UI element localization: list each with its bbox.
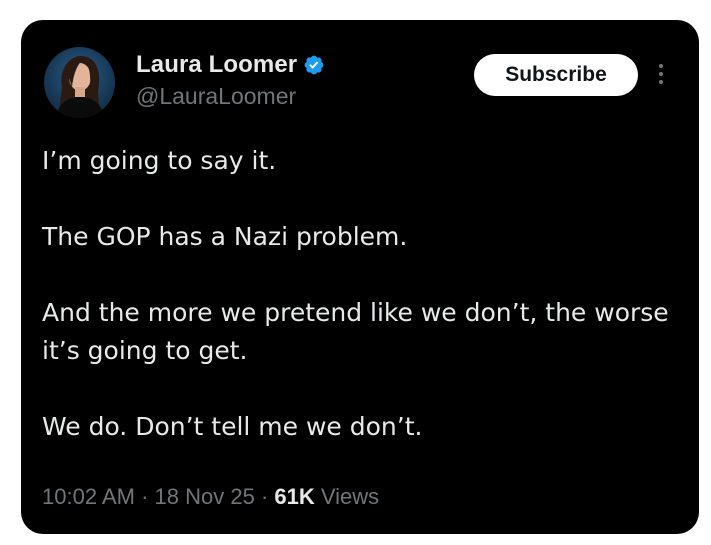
views-count: 61K [274, 484, 315, 509]
dot [659, 64, 663, 68]
views-label: Views [320, 484, 380, 509]
tweet-card: Laura Loomer @LauraLoomer Subscribe I’m … [21, 20, 699, 534]
tweet-paragraph: I’m going to say it. [42, 146, 277, 175]
separator: · [141, 484, 155, 509]
tweet-date[interactable]: 18 Nov 25 [155, 484, 255, 509]
author-display-name[interactable]: Laura Loomer [136, 51, 297, 79]
avatar[interactable] [44, 47, 115, 118]
profile-photo-icon [56, 55, 104, 118]
tweet-paragraph: The GOP has a Nazi problem. [42, 222, 408, 251]
verified-badge-icon [303, 54, 325, 76]
tweet-metadata: 10:02 AM · 18 Nov 25 · 61K Views [42, 484, 379, 510]
subscribe-button[interactable]: Subscribe [474, 54, 638, 96]
dot [659, 72, 663, 76]
tweet-body: I’m going to say it. The GOP has a Nazi … [42, 142, 682, 446]
dot [659, 80, 663, 84]
tweet-paragraph: And the more we pretend like we don’t, t… [42, 298, 669, 365]
more-vertical-icon[interactable] [657, 64, 665, 88]
author-name-row: Laura Loomer [136, 51, 325, 79]
separator: · [260, 484, 275, 509]
author-handle[interactable]: @LauraLoomer [136, 83, 296, 110]
tweet-paragraph: We do. Don’t tell me we don’t. [42, 412, 423, 441]
tweet-time[interactable]: 10:02 AM [42, 484, 135, 509]
